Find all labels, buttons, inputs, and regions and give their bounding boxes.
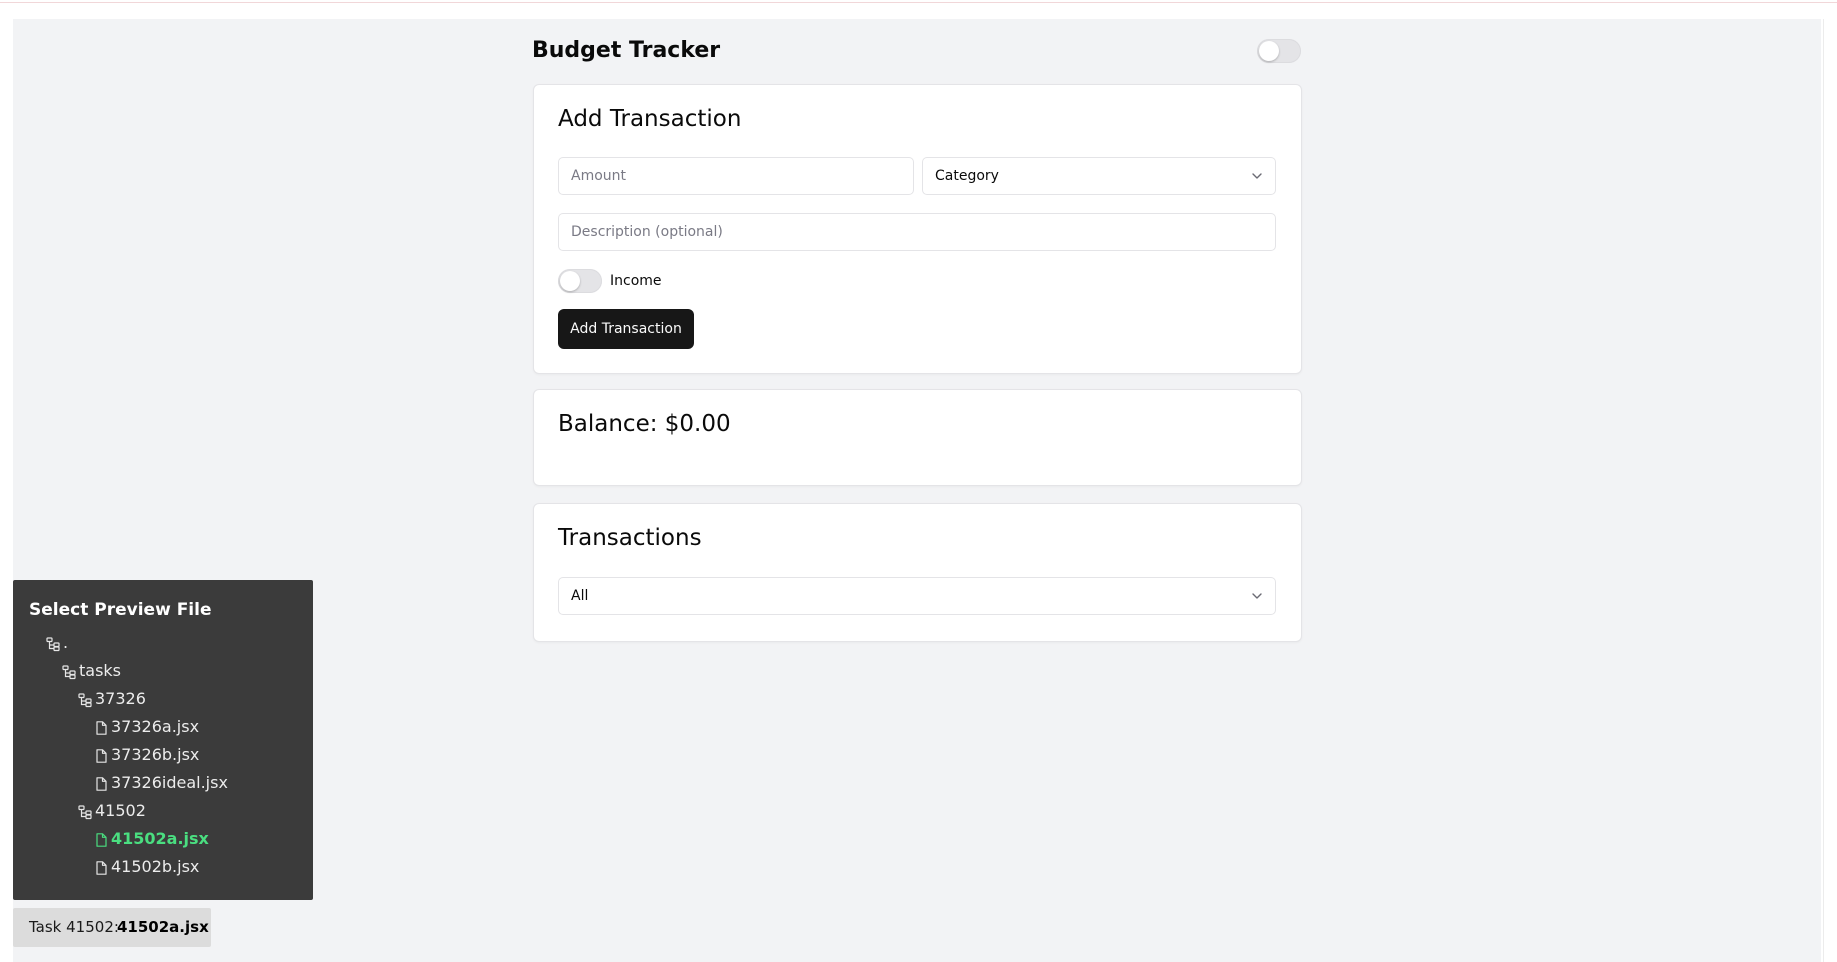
task-badge-prefix: Task 41502: bbox=[29, 918, 119, 936]
tree-item-label: 37326a.jsx bbox=[111, 717, 200, 736]
top-border bbox=[0, 2, 1837, 3]
transaction-filter-select[interactable]: All bbox=[558, 577, 1276, 615]
chevron-down-icon bbox=[1252, 173, 1262, 179]
scrollbar[interactable] bbox=[1821, 19, 1837, 962]
description-placeholder: Description (optional) bbox=[571, 224, 723, 240]
category-value: Category bbox=[935, 168, 999, 184]
tree-item-label: 41502b.jsx bbox=[111, 857, 200, 876]
file-icon bbox=[96, 833, 107, 847]
amount-input[interactable]: Amount bbox=[558, 157, 914, 195]
app-title: Budget Tracker bbox=[532, 38, 721, 63]
scrollbar-track bbox=[1823, 19, 1824, 962]
amount-placeholder: Amount bbox=[571, 168, 627, 184]
add-transaction-card: Add Transaction Amount Category Descript… bbox=[533, 84, 1302, 374]
description-input[interactable]: Description (optional) bbox=[558, 213, 1276, 251]
category-select[interactable]: Category bbox=[922, 157, 1276, 195]
folder-tree-icon bbox=[78, 805, 92, 820]
folder-tree-icon bbox=[46, 637, 60, 652]
transactions-card: Transactions All bbox=[533, 503, 1302, 642]
task-badge-file: 41502a.jsx bbox=[117, 918, 209, 936]
tree-item-label: 37326b.jsx bbox=[111, 745, 200, 764]
file-icon bbox=[96, 777, 107, 791]
tree-item-label: 37326ideal.jsx bbox=[111, 773, 228, 792]
header: Budget Tracker bbox=[520, 29, 1302, 73]
chevron-down-icon bbox=[1252, 593, 1262, 599]
file-icon bbox=[96, 749, 107, 763]
preview-panel-title: Select Preview File bbox=[29, 600, 212, 620]
tree-item-label: . bbox=[63, 633, 69, 652]
toggle-knob bbox=[560, 271, 580, 291]
transactions-heading: Transactions bbox=[558, 525, 702, 551]
add-transaction-heading: Add Transaction bbox=[558, 106, 742, 132]
file-icon bbox=[96, 861, 107, 875]
folder-tree-icon bbox=[78, 693, 92, 708]
income-label: Income bbox=[610, 273, 662, 289]
current-task-badge: Task 41502: 41502a.jsx bbox=[13, 908, 211, 947]
folder-tree-icon bbox=[62, 665, 76, 680]
preview-file-panel: Select Preview File . tasks 37326 37326a… bbox=[13, 580, 313, 900]
balance-card: Balance: $0.00 bbox=[533, 389, 1302, 486]
tree-item-label: 41502 bbox=[95, 801, 146, 820]
file-icon bbox=[96, 721, 107, 735]
add-transaction-button[interactable]: Add Transaction bbox=[558, 309, 694, 349]
tree-item-label: 41502a.jsx bbox=[111, 829, 209, 848]
tree-item-label: 37326 bbox=[95, 689, 146, 708]
balance-label: Balance: $0.00 bbox=[558, 411, 731, 437]
income-toggle[interactable] bbox=[558, 269, 602, 293]
filter-value: All bbox=[571, 588, 589, 604]
toggle-knob bbox=[1259, 41, 1279, 61]
tree-item-label: tasks bbox=[79, 661, 122, 680]
theme-toggle[interactable] bbox=[1257, 39, 1301, 63]
